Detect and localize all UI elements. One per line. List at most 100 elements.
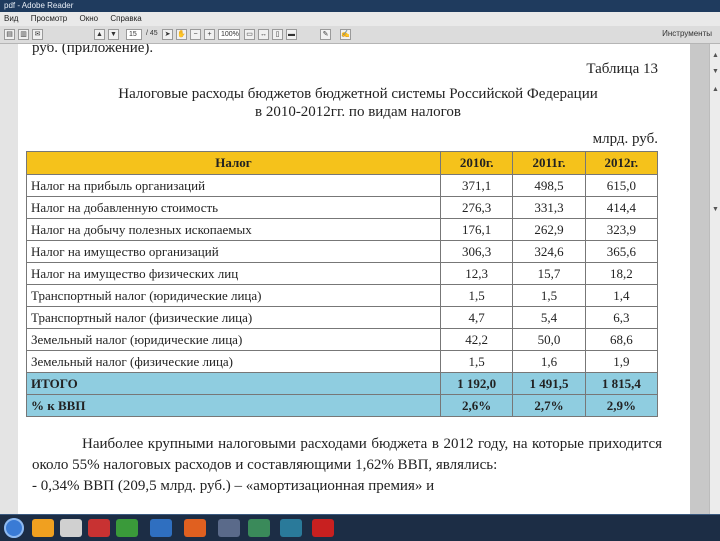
value-cell: 2,7% [512, 394, 586, 417]
prev-page-icon[interactable]: ▲ [94, 29, 105, 40]
value-cell: 4,7 [439, 306, 514, 329]
page-number-input[interactable]: 15 [126, 29, 142, 40]
scroll-down-icon[interactable]: ▼ [710, 66, 720, 77]
zoom-out-icon[interactable]: − [190, 29, 201, 40]
adobe-reader-icon[interactable] [312, 519, 334, 537]
value-cell: 323,9 [584, 218, 659, 241]
units-label: млрд. руб. [592, 131, 658, 147]
tax-name-cell: Транспортный налог (юридические лица) [26, 284, 441, 307]
value-cell: 1,9 [584, 350, 659, 373]
tools-label[interactable]: Инструменты [662, 29, 712, 38]
hand-icon[interactable]: ✋ [176, 29, 187, 40]
value-cell: 15,7 [512, 262, 586, 285]
value-cell: 1 192,0 [439, 372, 514, 395]
explorer-icon[interactable] [32, 519, 54, 537]
value-cell: 331,3 [512, 196, 586, 219]
taskbar [0, 514, 720, 541]
table-row: Транспортный налог (юридические лица) 1,5… [26, 284, 659, 307]
opera-icon[interactable] [88, 519, 110, 537]
value-cell: 1,5 [512, 284, 586, 307]
vertical-scrollbar[interactable]: ▲ ▼ ▲ ▼ [709, 44, 720, 514]
value-cell: 324,6 [512, 240, 586, 263]
media-icon[interactable] [184, 519, 206, 537]
tax-name-cell: Земельный налог (физические лица) [26, 350, 441, 373]
value-cell: 68,6 [584, 328, 659, 351]
bullet-text: - 0,34% ВВП (209,5 млрд. руб.) – «аморти… [32, 478, 435, 494]
value-cell: 176,1 [439, 218, 514, 241]
flag-icon[interactable] [280, 519, 302, 537]
tax-name-cell: Налог на имущество физических лиц [26, 262, 441, 285]
value-cell: 2,9% [584, 394, 659, 417]
value-cell: 50,0 [512, 328, 586, 351]
heading-line2: в 2010-2012гг. по видам налогов [254, 104, 462, 120]
table-row: Земельный налог (физические лица) 1,5 1,6 1… [26, 350, 659, 373]
value-cell: 365,6 [584, 240, 659, 263]
menu-preview[interactable]: Просмотр [31, 14, 68, 23]
table-row: Налог на прибыль организаций 371,1 498,5 61… [26, 174, 659, 197]
fit-width-icon[interactable]: ↔ [258, 29, 269, 40]
tax-name-cell: Налог на добавленную стоимость [26, 196, 441, 219]
value-cell: 414,4 [584, 196, 659, 219]
tax-name-cell: Налог на добычу полезных ископаемых [26, 218, 441, 241]
total-row: ИТОГО 1 192,0 1 491,5 1 815,4 [26, 372, 659, 395]
scroll-up-icon-2[interactable]: ▲ [710, 84, 720, 95]
open-icon[interactable]: ▤ [4, 29, 15, 40]
tax-name-cell: Налог на имущество организаций [26, 240, 441, 263]
scroll-up-icon[interactable]: ▲ [710, 50, 720, 61]
window-icon[interactable] [218, 519, 240, 537]
value-cell: 1,5 [439, 284, 514, 307]
print-icon[interactable]: ▥ [18, 29, 29, 40]
header-2010: 2010г. [439, 151, 514, 175]
start-button[interactable] [4, 518, 24, 538]
value-cell: 2,6% [439, 394, 514, 417]
toolbar: ▤ ▥ ✉ ▲ ▼ 15 / 45 ➤ ✋ − + 100% ▭ ↔ ▯ ▬ ✎… [0, 26, 720, 44]
app-icon[interactable] [150, 519, 172, 537]
value-cell: 18,2 [584, 262, 659, 285]
value-cell: 6,3 [584, 306, 659, 329]
body-paragraph: Наиболее крупными налоговыми расходами б… [32, 434, 662, 497]
email-icon[interactable]: ✉ [32, 29, 43, 40]
menu-window[interactable]: Окно [80, 14, 99, 23]
value-cell: 276,3 [439, 196, 514, 219]
navigation-pane[interactable] [0, 44, 19, 514]
window-title: pdf - Adobe Reader [4, 1, 74, 10]
total-row: % к ВВП 2,6% 2,7% 2,9% [26, 394, 659, 417]
fit-page-icon[interactable]: ▭ [244, 29, 255, 40]
header-tax: Налог [26, 151, 441, 175]
heading-line1: Налоговые расходы бюджетов бюджетной сис… [118, 86, 598, 102]
value-cell: 1,6 [512, 350, 586, 373]
table-row: Налог на имущество организаций 306,3 324,6… [26, 240, 659, 263]
zoom-in-icon[interactable]: + [204, 29, 215, 40]
zoom-level-input[interactable]: 100% [218, 29, 240, 40]
files-icon[interactable] [248, 519, 270, 537]
next-page-icon[interactable]: ▼ [108, 29, 119, 40]
menu-help[interactable]: Справка [110, 14, 141, 23]
table-row: Налог на добавленную стоимость 276,3 331,3… [26, 196, 659, 219]
table-row: Налог на имущество физических лиц 12,3 15,… [26, 262, 659, 285]
window-title-bar: pdf - Adobe Reader [0, 0, 720, 12]
document-page: руб. (приложение). Таблица 13 Налоговые … [18, 44, 690, 514]
tax-name-cell: Налог на прибыль организаций [26, 174, 441, 197]
table-row: Налог на добычу полезных ископаемых 176,1… [26, 218, 659, 241]
sign-icon[interactable]: ✍ [340, 29, 351, 40]
table-row: Транспортный налог (физические лица) 4,7 5… [26, 306, 659, 329]
tax-name-cell: Земельный налог (юридические лица) [26, 328, 441, 351]
pointer-icon[interactable]: ➤ [162, 29, 173, 40]
value-cell: 498,5 [512, 174, 586, 197]
table-header-row: Налог 2010г. 2011г. 2012г. [26, 151, 659, 175]
comment-icon[interactable]: ✎ [320, 29, 331, 40]
chrome-icon[interactable] [116, 519, 138, 537]
menu-view[interactable]: Вид [4, 14, 18, 23]
scroll-down-icon-2[interactable]: ▼ [710, 204, 720, 215]
value-cell: 1,5 [439, 350, 514, 373]
page-total: / 45 [146, 30, 158, 37]
header-2012: 2012г. [584, 151, 659, 175]
table-row: Земельный налог (юридические лица) 42,2 50… [26, 328, 659, 351]
value-cell: 306,3 [439, 240, 514, 263]
two-page-icon[interactable]: ▯ [272, 29, 283, 40]
paragraph-text: Наиболее крупными налоговыми расходами б… [32, 436, 662, 473]
value-cell: 1,4 [584, 284, 659, 307]
tax-expenditures-table: Налог 2010г. 2011г. 2012г. Налог на приб… [26, 151, 659, 417]
yandex-icon[interactable] [60, 519, 82, 537]
scroll-mode-icon[interactable]: ▬ [286, 29, 297, 40]
